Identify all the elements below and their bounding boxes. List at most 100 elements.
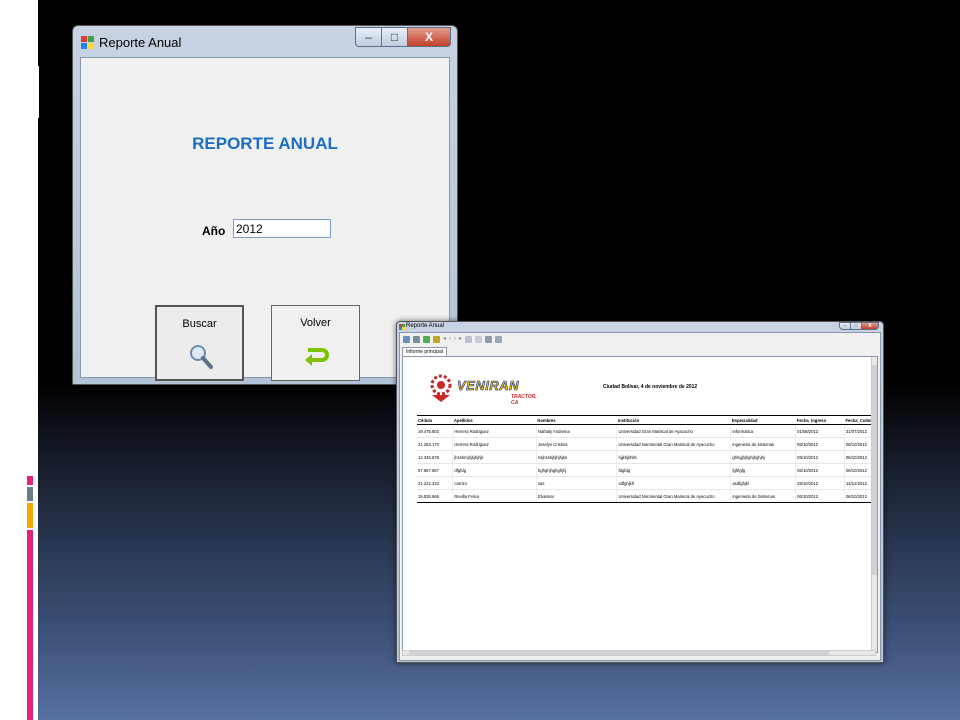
table-cell: 21.263.170 [417,437,454,451]
year-label: Año [202,224,226,238]
table-cell: 06/10/2012 [795,450,845,464]
accent-bar-pink [27,530,33,720]
company-logo: VENIRAN TRACTOR, CA [429,371,539,407]
buscar-label: Buscar [182,318,217,330]
table-cell: Herrera Rodriguez [452,437,537,451]
table-cell: fdgfdg [616,463,732,477]
table-cell: Elvismar [536,489,618,503]
column-header: Apellidos [452,415,537,425]
table-cell: Nathaly Andreina [536,424,618,438]
table-row: 19.536.666 Revilla Felice Elvismar Unive… [417,489,877,503]
maximize-icon: □ [390,30,399,44]
scroll-thumb[interactable] [872,365,877,575]
table-cell: 21.222.333 [417,476,454,490]
window-title: Reporte Anual [406,323,445,329]
caption-buttons: – □ X [355,27,451,47]
close-icon: X [868,323,872,329]
report-toolbar: ◂ ‹ › ▸ [400,333,880,346]
group-tree-icon[interactable] [433,336,440,343]
table-cell: 06/10/2012 [795,463,845,477]
close-icon: X [424,30,433,44]
table-cell: asdfghjkl [730,476,797,490]
table-cell: 19.536.666 [417,489,454,503]
table-cell: 01/08/2012 [795,424,845,438]
horizontal-scrollbar[interactable] [402,650,876,656]
table-cell: fghfgfg [730,463,797,477]
report-table: Cédula Apellidos Nombres Institución Esp… [417,415,877,503]
title-bar[interactable]: Reporte Anual – □ X [73,26,457,56]
table-header-row: Cédula Apellidos Nombres Institución Esp… [417,415,877,425]
gear-logo-icon [430,374,452,402]
table-cell: dfgfdg [452,463,537,477]
goto-icon[interactable] [465,336,473,343]
column-header: Especialidad [730,415,796,425]
maximize-button[interactable]: □ [851,322,862,330]
scroll-thumb[interactable] [409,651,829,655]
table-cell: carrizo [452,476,537,490]
print-icon[interactable] [413,336,420,343]
search-icon[interactable] [485,336,493,343]
next-page-icon[interactable]: › [454,336,456,343]
refresh-icon[interactable] [423,336,430,343]
report-date: Ciudad Bolívar, 4 de noviembre de 2012 [603,384,698,390]
table-cell: 06/10/2012 [795,437,845,451]
page-title: REPORTE ANUAL [192,134,338,153]
table-cell: Universidad Gran Mariscal de Ayacucho [616,424,732,438]
prev-page-icon[interactable]: ‹ [449,336,451,343]
table-cell: Revilla Felice [452,489,537,503]
return-arrow-icon [305,348,329,366]
minimize-button[interactable]: – [355,27,382,47]
table-cell: Universidad Nororiental Gran Mariscal de… [616,489,732,503]
volver-button[interactable]: Volver [271,305,360,381]
table-cell: 19.475.602 [417,424,454,438]
form-app-icon [399,324,405,330]
minimize-icon: – [843,323,847,329]
table-cell: Herrera Rodriguez [452,424,537,438]
logo-subtext: TRACTOR, CA [511,394,537,406]
minimize-button[interactable]: – [839,322,851,330]
decorative-lines [17,66,39,118]
zoom-icon[interactable] [495,336,503,343]
logo-text: VENIRAN [457,378,520,394]
volver-label: Volver [300,317,331,329]
table-cell: jhsnkmjhjkjhjhjk [452,450,537,464]
accent-bar-yellow [27,503,33,528]
column-header: Institución [616,415,731,425]
form-client-area: REPORTE ANUAL Año Buscar Volver [80,57,450,381]
close-button[interactable]: X [408,27,451,47]
year-input[interactable] [233,219,331,238]
table-cell: nsjhsnkjhjhjhjkn [536,450,618,464]
table-cell: hghghjhghghjhj [536,463,618,477]
table-cell: ghhgjhjhghjhghjhj [730,450,797,464]
column-header: Fecha_Ingreso [795,415,845,425]
title-bar[interactable]: Reporte Anual – □ X [397,322,883,332]
caption-buttons: – □ X [839,322,879,330]
buscar-button[interactable]: Buscar [155,305,244,381]
table-cell: hjjkhjkhkh [616,450,732,464]
first-page-icon[interactable]: ◂ [443,336,446,343]
stop-icon[interactable] [475,336,483,343]
table-cell: 29/10/2012 [795,476,845,490]
maximize-icon: □ [854,323,858,329]
minimize-icon: – [365,30,372,44]
table-cell: 12.346.678 [417,450,454,464]
last-page-icon[interactable]: ▸ [459,336,462,343]
table-cell: Informatica [730,424,797,438]
table-cell: Joselyn Cristina [536,437,618,451]
table-cell: 06/10/2012 [795,489,845,503]
maximize-button[interactable]: □ [382,27,408,47]
window-title: Reporte Anual [99,35,182,50]
table-row: 19.475.602 Herrera Rodriguez Nathaly And… [417,424,877,438]
close-button[interactable]: X [862,322,879,330]
table-cell: 67.667.667 [417,463,454,477]
table-row: 67.667.667 dfgfdg hghghjhghghjhj fdgfdg … [417,463,877,477]
table-cell: sdfghjkñ [616,476,732,490]
vertical-scrollbar[interactable] [871,357,877,652]
report-viewer-window: Reporte Anual – □ X ◂ ‹ › ▸ Informe prin… [396,321,884,663]
export-icon[interactable] [403,336,410,343]
table-row: 12.346.678 jhsnkmjhjkjhjhjk nsjhsnkjhjhj… [417,450,877,464]
magnifier-icon [190,345,213,369]
table-row: 21.222.333 carrizo sas sdfghjkñ asdfghjk… [417,476,877,490]
table-cell: ingenieria de sistemas [730,437,797,451]
table-cell: sas [536,476,618,490]
